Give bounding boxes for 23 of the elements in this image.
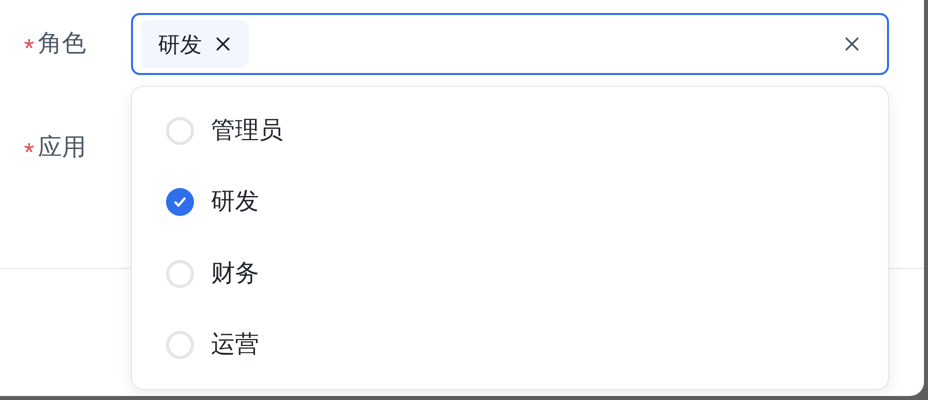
checked-checkbox[interactable] <box>166 188 194 216</box>
dropdown-option[interactable]: 财务 <box>132 238 888 310</box>
option-label: 管理员 <box>211 116 283 146</box>
checkbox[interactable] <box>166 331 194 360</box>
dropdown-option[interactable]: 管理员 <box>132 95 888 166</box>
required-mark: * <box>24 32 34 61</box>
dropdown-option[interactable]: 研发 <box>132 166 888 238</box>
clear-icon <box>843 35 861 53</box>
clear-button[interactable] <box>843 35 861 53</box>
field-label: 应用 <box>38 133 86 163</box>
role-select[interactable]: 研发 <box>131 13 889 75</box>
checkbox[interactable] <box>166 260 194 288</box>
option-label: 研发 <box>211 187 259 218</box>
selected-tag: 研发 <box>141 20 249 68</box>
field-label: 角色 <box>38 29 86 59</box>
check-icon <box>173 195 187 210</box>
close-icon <box>214 35 232 53</box>
option-label: 财务 <box>211 258 259 289</box>
tag-remove-icon[interactable] <box>214 35 232 53</box>
required-mark: * <box>24 136 34 165</box>
dropdown-option[interactable]: 运营 <box>132 310 888 381</box>
checkbox[interactable] <box>166 116 194 145</box>
option-label: 运营 <box>211 330 259 360</box>
